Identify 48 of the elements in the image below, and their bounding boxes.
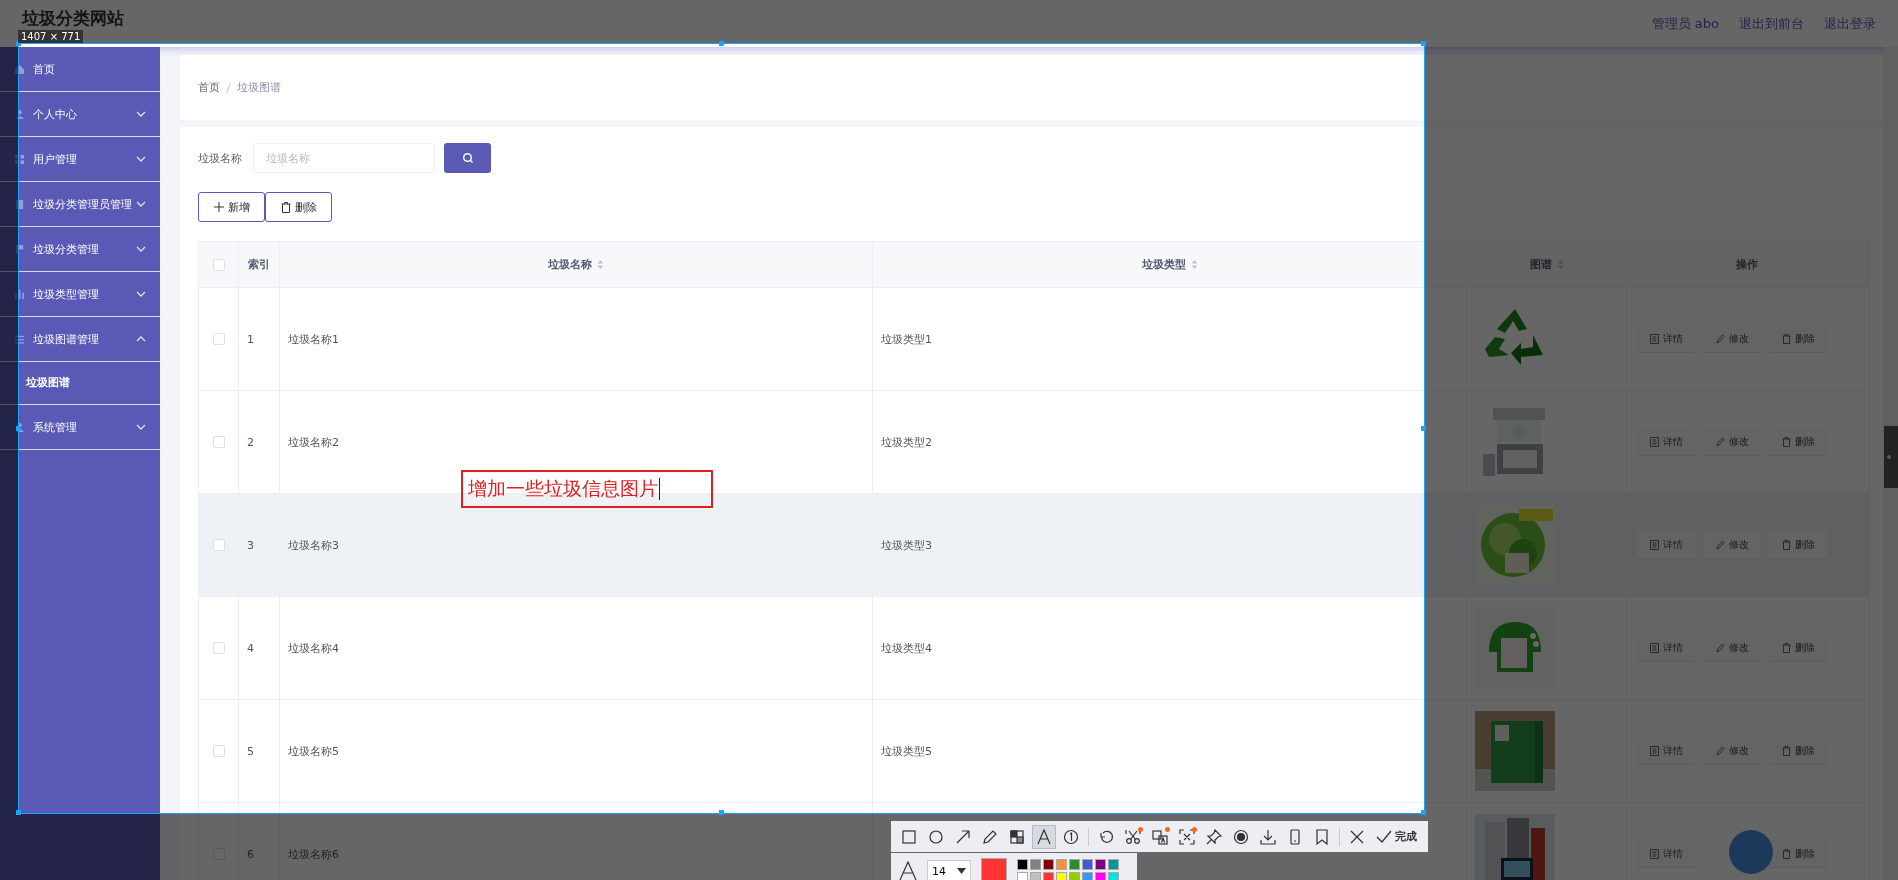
- menu-item[interactable]: 首页: [0, 47, 160, 92]
- menu-item[interactable]: 垃圾类型管理: [0, 272, 160, 317]
- submenu-item[interactable]: 垃圾图谱: [0, 362, 160, 405]
- delete-button[interactable]: 删除: [1769, 531, 1827, 559]
- menu-item[interactable]: 用户管理: [0, 137, 160, 182]
- delete-button[interactable]: 删除: [265, 192, 332, 222]
- table-cell: 3: [247, 538, 254, 552]
- add-button[interactable]: 新增: [198, 192, 265, 222]
- table-cell: 垃圾类型1: [881, 331, 932, 347]
- table-cell: 6: [247, 847, 254, 861]
- header-link[interactable]: 管理员 abo: [1651, 14, 1719, 33]
- column-header[interactable]: 操作: [1736, 257, 1758, 272]
- column-header[interactable]: 垃圾名称: [548, 257, 592, 272]
- header-link[interactable]: 退出到前台: [1739, 14, 1804, 33]
- edit-button[interactable]: 修改: [1703, 531, 1761, 559]
- detail-button[interactable]: 详情: [1637, 531, 1695, 559]
- breadcrumb-link[interactable]: 首页: [198, 80, 220, 95]
- table-cell: 1: [247, 332, 254, 346]
- done-button[interactable]: 完成: [1372, 829, 1421, 844]
- table-cell: 垃圾名称1: [288, 331, 339, 347]
- font-size-dropdown[interactable]: 14: [927, 860, 971, 880]
- breadcrumb-link[interactable]: 垃圾图谱: [237, 80, 281, 95]
- menu-item[interactable]: 垃圾分类管理员管理: [0, 182, 160, 227]
- header-link[interactable]: 退出登录: [1824, 14, 1876, 33]
- table-cell: 垃圾名称2: [288, 434, 339, 450]
- menu-item[interactable]: 垃圾分类管理: [0, 227, 160, 272]
- table-cell: 垃圾类型4: [881, 640, 932, 656]
- search-label: 垃圾名称: [198, 150, 243, 166]
- column-header[interactable]: 索引: [248, 257, 270, 272]
- menu-item[interactable]: 垃圾图谱管理: [0, 317, 160, 362]
- table-cell: 垃圾名称6: [288, 846, 339, 862]
- menu-item[interactable]: 个人中心: [0, 92, 160, 137]
- table-cell: 5: [247, 744, 254, 758]
- search-field[interactable]: 垃圾名称: [253, 143, 435, 173]
- annotation-text-box[interactable]: 增加一些垃圾信息图片: [461, 470, 713, 508]
- table-cell: 垃圾类型2: [881, 434, 932, 450]
- size-label: 1407 × 771: [18, 30, 84, 43]
- table-cell: 垃圾类型3: [881, 537, 932, 553]
- table-cell: 垃圾名称4: [288, 640, 339, 656]
- site-title: 垃圾分类网站: [22, 7, 124, 30]
- annotation-text: 增加一些垃圾信息图片: [468, 476, 658, 501]
- table-cell: 垃圾名称3: [288, 537, 339, 553]
- table-cell: 4: [247, 641, 254, 655]
- table-cell: 垃圾名称5: [288, 743, 339, 759]
- table-cell: 垃圾类型5: [881, 743, 932, 759]
- table-cell: 2: [247, 435, 254, 449]
- column-header[interactable]: 垃圾类型: [1141, 257, 1186, 272]
- column-header[interactable]: 图谱: [1529, 257, 1552, 272]
